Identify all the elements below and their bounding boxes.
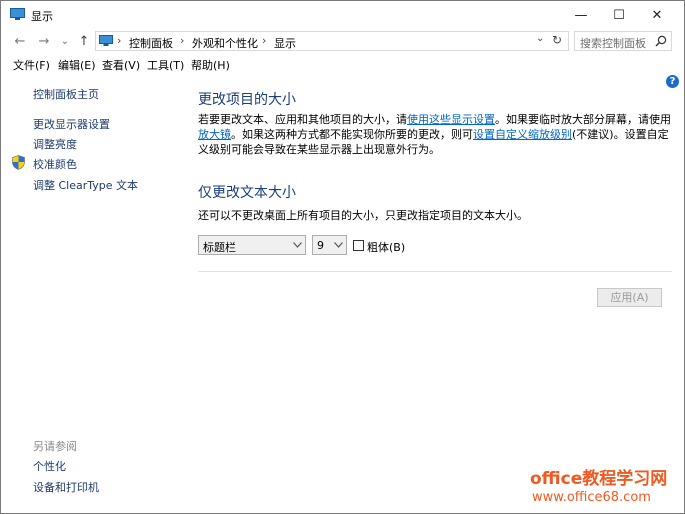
magnifier-link[interactable]: 放大镜 [198, 128, 231, 141]
search-icon[interactable] [655, 35, 667, 47]
breadcrumb-appearance[interactable]: 外观和个性化 [192, 35, 258, 51]
title-bar: 显示 — ☐ ✕ [1, 1, 684, 29]
maximize-icon: ☐ [613, 7, 625, 23]
description-paragraph: 若要更改文本、应用和其他项目的大小，请使用这些显示设置。如果要临时放大部分屏幕，… [198, 112, 672, 157]
text-size-description: 还可以不更改桌面上所有项目的大小，只更改指定项目的文本大小。 [198, 209, 528, 222]
search-box[interactable]: 搜索控制面板 [574, 31, 672, 51]
up-button[interactable]: ↑ [75, 31, 93, 51]
breadcrumb-separator: › [117, 34, 122, 47]
item-select[interactable]: 标题栏 [198, 235, 306, 255]
menu-help[interactable]: 帮助(H) [191, 57, 230, 73]
menu-edit[interactable]: 编辑(E) [58, 57, 96, 73]
font-size-select[interactable]: 9 [312, 235, 347, 255]
window-title: 显示 [31, 10, 53, 23]
menu-bar: 文件(F) 编辑(E) 查看(V) 工具(T) 帮助(H) [1, 56, 684, 74]
chevron-down-icon [334, 242, 343, 248]
search-placeholder: 搜索控制面板 [580, 37, 646, 50]
up-arrow-icon: ↑ [78, 33, 90, 49]
help-icon: ? [669, 76, 676, 87]
see-also-heading: 另请参阅 [33, 440, 77, 453]
personalization-link[interactable]: 个性化 [33, 458, 66, 474]
breadcrumb-separator: › [262, 34, 267, 47]
display-window: 显示 — ☐ ✕ ← → ⌄ ↑ › 控制面板 › 外观和个性化 › 显示 ⌄ … [0, 0, 685, 514]
monitor-icon [10, 8, 25, 20]
minimize-button[interactable]: — [563, 1, 599, 29]
para-text: 若要更改文本、应用和其他项目的大小，请 [198, 113, 407, 126]
refresh-icon[interactable]: ↻ [552, 33, 562, 47]
close-icon: ✕ [651, 7, 663, 23]
watermark-url: www.office68.com [532, 490, 651, 505]
close-button[interactable]: ✕ [639, 1, 675, 29]
menu-file[interactable]: 文件(F) [13, 57, 50, 73]
watermark-title: office教程学习网 [530, 469, 668, 489]
para-text: 。如果这两种方式都不能实现你所要的更改，则可 [231, 128, 473, 141]
chevron-down-icon: ⌄ [60, 35, 70, 47]
divider [198, 271, 672, 272]
bold-checkbox-label[interactable]: 粗体(B) [367, 239, 405, 255]
font-size-value: 9 [317, 239, 324, 252]
change-display-settings-link[interactable]: 更改显示器设置 [33, 116, 110, 132]
para-text: 。如果要临时放大部分屏幕，请使用 [495, 113, 671, 126]
chevron-down-icon [293, 242, 302, 248]
navigation-bar: ← → ⌄ ↑ › 控制面板 › 外观和个性化 › 显示 ⌄ ↻ 搜索控制面板 [1, 29, 684, 53]
devices-printers-link[interactable]: 设备和打印机 [33, 479, 99, 495]
custom-scaling-link[interactable]: 设置自定义缩放级别 [473, 128, 572, 141]
item-select-value: 标题栏 [203, 241, 236, 254]
forward-arrow-icon: → [38, 33, 50, 49]
adjust-brightness-link[interactable]: 调整亮度 [33, 136, 77, 152]
back-arrow-icon: ← [14, 33, 26, 49]
minimize-icon: — [574, 7, 588, 23]
bold-checkbox[interactable] [353, 240, 364, 251]
control-panel-icon [99, 35, 113, 46]
menu-tools[interactable]: 工具(T) [147, 57, 184, 73]
calibrate-color-link[interactable]: 校准颜色 [33, 156, 77, 172]
menu-view[interactable]: 查看(V) [102, 57, 140, 73]
section-title-change-size: 更改项目的大小 [198, 92, 296, 108]
control-panel-home-link[interactable]: 控制面板主页 [33, 86, 99, 102]
address-dropdown-icon[interactable]: ⌄ [536, 33, 544, 44]
forward-button[interactable]: → [35, 31, 53, 51]
back-button[interactable]: ← [11, 31, 29, 51]
breadcrumb-separator: › [180, 34, 185, 47]
breadcrumb-display[interactable]: 显示 [274, 35, 296, 51]
help-button[interactable]: ? [666, 75, 679, 88]
shield-icon [12, 155, 25, 170]
address-bar[interactable]: › 控制面板 › 外观和个性化 › 显示 ⌄ ↻ [95, 31, 569, 51]
recent-locations-button[interactable]: ⌄ [59, 31, 71, 51]
adjust-cleartype-link[interactable]: 调整 ClearType 文本 [33, 177, 138, 193]
use-display-settings-link[interactable]: 使用这些显示设置 [407, 113, 495, 126]
maximize-button[interactable]: ☐ [601, 1, 637, 29]
section-title-text-size: 仅更改文本大小 [198, 185, 296, 201]
breadcrumb-control-panel[interactable]: 控制面板 [129, 35, 173, 51]
apply-button[interactable]: 应用(A) [597, 288, 662, 307]
